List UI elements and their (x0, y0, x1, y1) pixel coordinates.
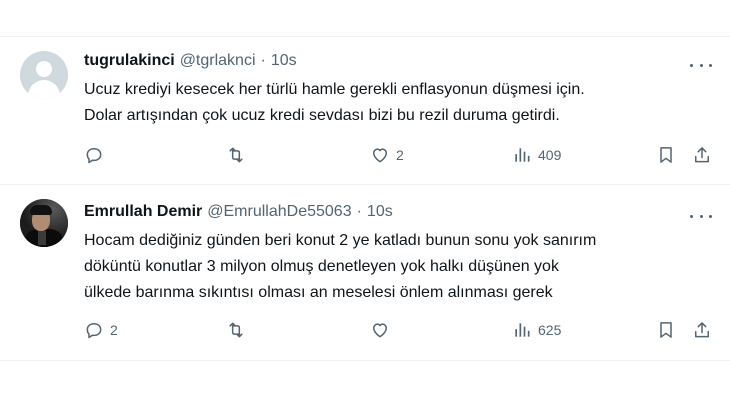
bookmark-button[interactable] (656, 320, 676, 340)
user-handle[interactable]: @EmrullahDe55063 (207, 203, 351, 221)
share-icon (695, 147, 709, 163)
reply-icon (86, 323, 102, 339)
reply-button[interactable] (84, 145, 110, 165)
reply-count: 2 (110, 322, 118, 338)
tweet-text: Ucuz krediyi kesecek her türlü hamle ger… (84, 81, 585, 124)
reply-icon (86, 148, 102, 164)
separator-dot: · (356, 203, 362, 220)
retweet-button[interactable] (226, 320, 252, 340)
tweet-text: Hocam dediğiniz günden beri konut 2 ye k… (84, 232, 597, 301)
retweet-icon (229, 147, 243, 163)
heart-icon (373, 323, 387, 338)
timestamp[interactable]: 10s (271, 52, 297, 70)
tweet-divider (0, 360, 730, 361)
views-icon (515, 148, 530, 162)
bookmark-icon (660, 322, 672, 338)
views-count: 409 (538, 147, 562, 163)
avatar[interactable] (20, 199, 68, 247)
share-icon (695, 322, 709, 338)
avatar[interactable] (20, 51, 68, 99)
views-icon (515, 323, 530, 337)
avatar-photo-hair (30, 205, 52, 215)
more-icon[interactable] (690, 208, 712, 224)
user-handle[interactable]: @tgrlaknci (180, 52, 256, 70)
views-button[interactable]: 625 (512, 320, 561, 340)
retweet-icon (229, 322, 243, 338)
reply-button[interactable]: 2 (84, 320, 118, 340)
share-button[interactable] (692, 145, 712, 165)
separator-dot: · (260, 52, 266, 69)
share-button[interactable] (692, 320, 712, 340)
heart-icon (373, 148, 387, 163)
avatar-body-shape (28, 80, 60, 99)
like-button[interactable] (370, 320, 396, 340)
tweet[interactable]: Emrullah Demir @EmrullahDe55063 · 10s Ho… (0, 185, 730, 360)
tweet-header: tugrulakinci @tgrlaknci · 10s (84, 52, 297, 70)
like-count: 2 (396, 147, 404, 163)
timestamp[interactable]: 10s (367, 203, 393, 221)
retweet-button[interactable] (226, 145, 252, 165)
views-button[interactable]: 409 (512, 145, 561, 165)
bookmark-icon (660, 147, 672, 163)
avatar-head-shape (36, 61, 52, 77)
avatar-photo-shirt (38, 231, 46, 245)
display-name[interactable]: tugrulakinci (84, 52, 175, 70)
bookmark-button[interactable] (656, 145, 676, 165)
views-count: 625 (538, 322, 562, 338)
display-name[interactable]: Emrullah Demir (84, 203, 202, 221)
tweet-header: Emrullah Demir @EmrullahDe55063 · 10s (84, 203, 393, 221)
tweet[interactable]: tugrulakinci @tgrlaknci · 10s Ucuz kredi… (0, 37, 730, 184)
more-icon[interactable] (690, 57, 712, 73)
like-button[interactable]: 2 (370, 145, 404, 165)
